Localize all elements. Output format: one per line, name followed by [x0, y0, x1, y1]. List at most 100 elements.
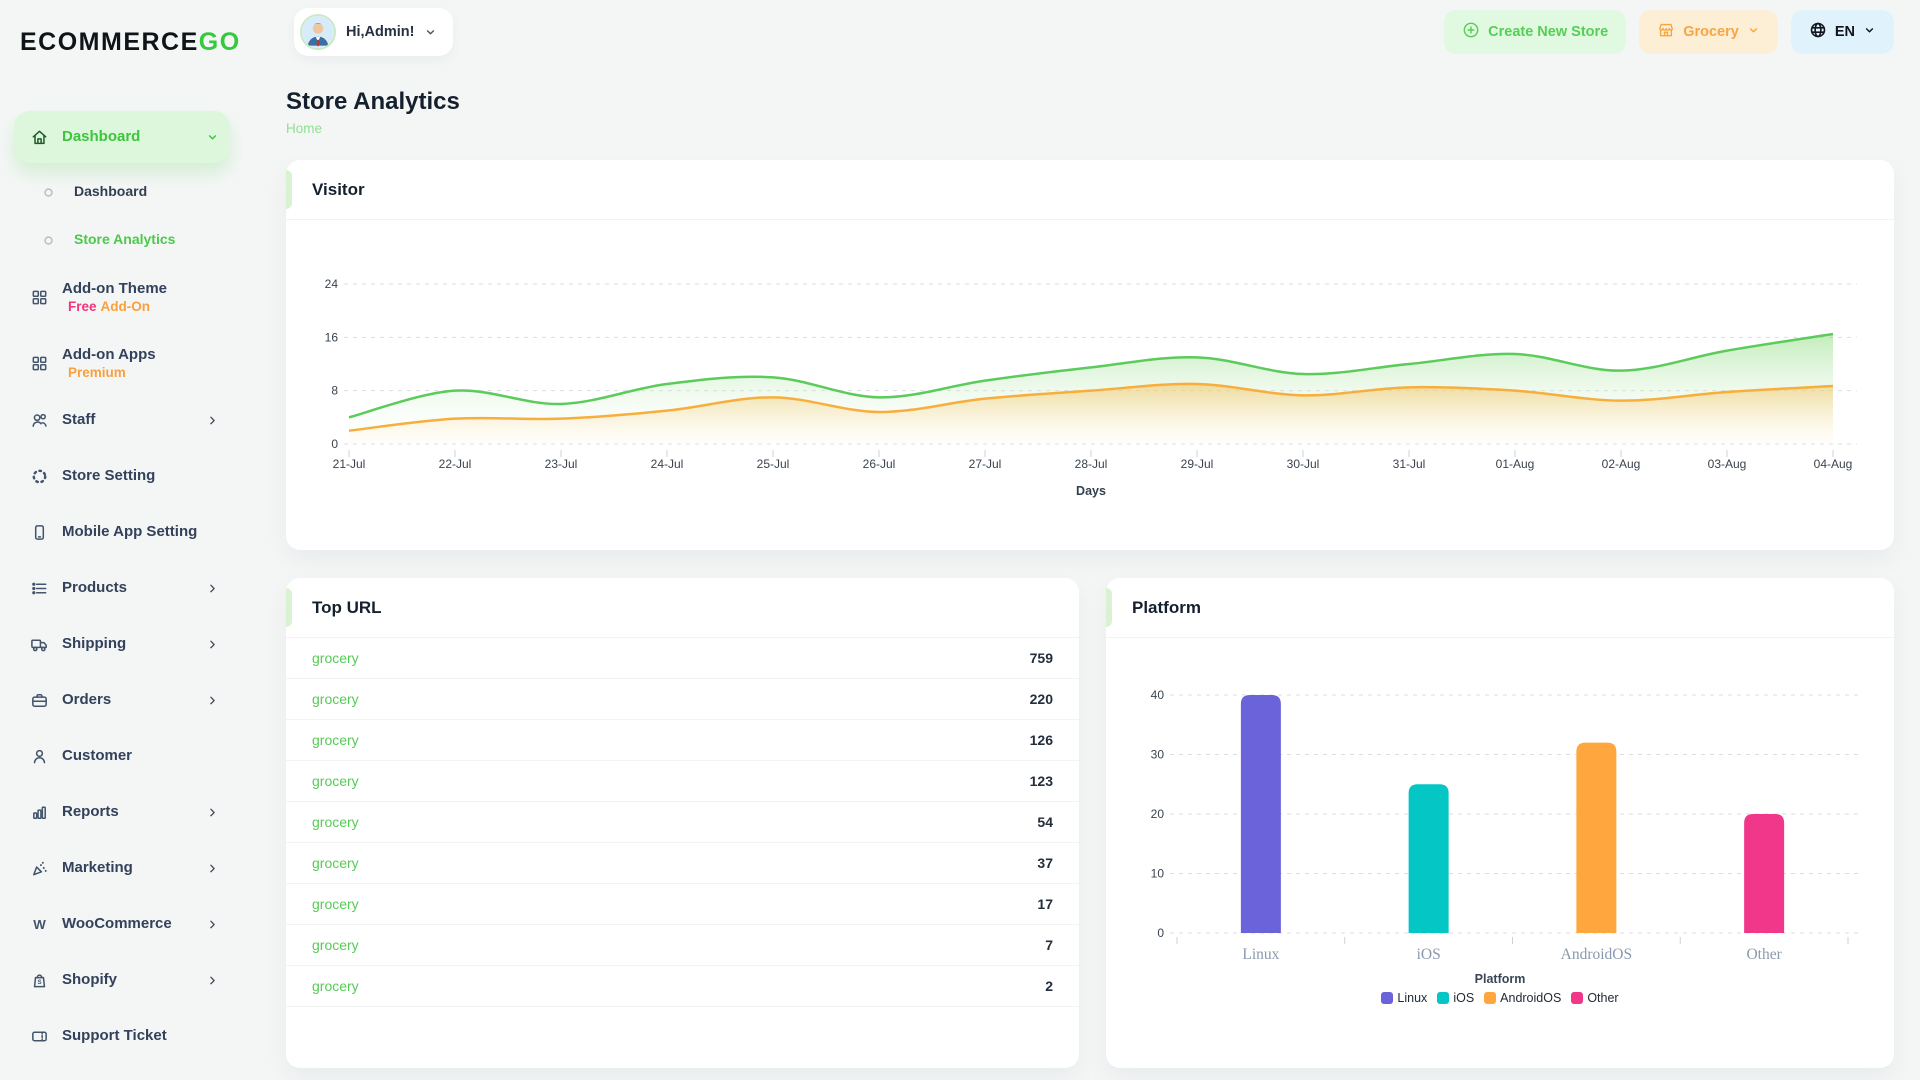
url-link[interactable]: grocery [312, 732, 359, 748]
sidebar-item-dashboard-sub[interactable]: Dashboard [14, 174, 230, 210]
table-row: grocery126 [286, 720, 1079, 761]
store-icon [1657, 21, 1675, 43]
sidebar-item-customer[interactable]: Customer [14, 738, 230, 774]
svg-text:01-Aug: 01-Aug [1496, 457, 1535, 471]
legend-item-linux[interactable]: Linux [1381, 991, 1427, 1005]
svg-text:Other: Other [1746, 946, 1782, 963]
svg-text:24-Jul: 24-Jul [651, 457, 684, 471]
sidebar-item-badge: Premium [62, 365, 220, 380]
chevron-right-icon [206, 414, 220, 427]
sidebar-item-label: Dashboard [62, 128, 140, 145]
svg-text:28-Jul: 28-Jul [1075, 457, 1108, 471]
sidebar-item-store-setting[interactable]: Store Setting [14, 458, 230, 494]
platform-card: Platform 010203040LinuxiOSAndroidOSOther… [1106, 578, 1894, 1068]
legend-swatch [1381, 992, 1393, 1004]
sidebar-item-dashboard[interactable]: Dashboard [14, 111, 230, 163]
chevron-right-icon [206, 806, 220, 819]
url-link[interactable]: grocery [312, 896, 359, 912]
bottom-row: Top URL grocery759grocery220grocery126gr… [286, 578, 1894, 1068]
url-link[interactable]: grocery [312, 814, 359, 830]
top-url-card: Top URL grocery759grocery220grocery126gr… [286, 578, 1079, 1068]
platform-card-header: Platform [1106, 578, 1894, 638]
svg-text:27-Jul: 27-Jul [969, 457, 1002, 471]
svg-text:W: W [33, 916, 46, 931]
chevron-right-icon [206, 638, 220, 651]
sidebar-item-label: Shipping [62, 635, 126, 652]
sidebar-item-mobile-app-setting[interactable]: Mobile App Setting [14, 514, 230, 550]
svg-text:8: 8 [331, 384, 338, 398]
store-selector-label: Grocery [1683, 24, 1739, 40]
breadcrumb-home[interactable]: Home [286, 121, 322, 136]
circle-icon [42, 186, 66, 199]
svg-text:25-Jul: 25-Jul [757, 457, 790, 471]
language-selector-button[interactable]: EN [1791, 10, 1894, 54]
sidebar-item-label: Staff [62, 411, 95, 428]
store-selector-button[interactable]: Grocery [1639, 10, 1778, 54]
svg-text:40: 40 [1151, 688, 1165, 702]
url-count: 37 [1037, 855, 1053, 871]
sidebar-item-staff[interactable]: Staff [14, 402, 230, 438]
svg-text:23-Jul: 23-Jul [545, 457, 578, 471]
shipping-icon [30, 635, 54, 654]
url-link[interactable]: grocery [312, 978, 359, 994]
avatar [300, 14, 336, 50]
chevron-down-icon [1747, 24, 1760, 41]
svg-text:Linux: Linux [1242, 946, 1279, 963]
svg-text:AndroidOS: AndroidOS [1561, 946, 1632, 963]
legend-label: Linux [1397, 991, 1427, 1005]
platform-chart-legend: PlatformLinuxiOSAndroidOSOther [1132, 970, 1868, 1005]
svg-text:29-Jul: 29-Jul [1181, 457, 1214, 471]
platform-chart-body: 010203040LinuxiOSAndroidOSOther Platform… [1106, 638, 1894, 1005]
sidebar-item-shopify[interactable]: SShopify [14, 962, 230, 998]
visitor-card: Visitor 08162421-Jul22-Jul23-Jul24-Jul25… [286, 160, 1894, 550]
sidebar-item-products[interactable]: Products [14, 570, 230, 606]
svg-text:26-Jul: 26-Jul [863, 457, 896, 471]
sidebar-item-addon-theme[interactable]: Add-on ThemeFreeAdd-On [14, 270, 230, 324]
reports-icon [30, 803, 54, 822]
customer-icon [30, 747, 54, 766]
globe-icon [1809, 21, 1827, 43]
user-menu-button[interactable]: Hi,Admin! [294, 8, 453, 56]
brand-logo[interactable]: ECOMMERCEGO [20, 28, 240, 57]
sidebar-item-woocommerce[interactable]: WWooCommerce [14, 906, 230, 942]
top-url-table: grocery759grocery220grocery126grocery123… [286, 638, 1079, 1007]
svg-text:02-Aug: 02-Aug [1602, 457, 1641, 471]
url-count: 220 [1030, 691, 1053, 707]
language-label: EN [1835, 24, 1855, 40]
url-count: 123 [1030, 773, 1053, 789]
svg-text:iOS: iOS [1417, 946, 1441, 963]
legend-item-androidos[interactable]: AndroidOS [1484, 991, 1561, 1005]
url-link[interactable]: grocery [312, 691, 359, 707]
chevron-down-icon [424, 26, 437, 39]
url-link[interactable]: grocery [312, 773, 359, 789]
table-row: grocery7 [286, 925, 1079, 966]
sidebar-item-reports[interactable]: Reports [14, 794, 230, 830]
table-row: grocery 220 [286, 679, 1079, 720]
sidebar-item-marketing[interactable]: Marketing [14, 850, 230, 886]
sidebar-item-addon-apps[interactable]: Add-on Apps Premium [14, 336, 230, 390]
mobile-icon [30, 523, 54, 542]
table-row: grocery2 [286, 966, 1079, 1007]
create-new-store-button[interactable]: Create New Store [1444, 10, 1626, 54]
create-new-store-label: Create New Store [1488, 24, 1608, 40]
url-count: 54 [1037, 814, 1053, 830]
url-link[interactable]: grocery [312, 650, 359, 666]
sidebar-item-support-ticket[interactable]: Support Ticket [14, 1018, 230, 1054]
url-link[interactable]: grocery [312, 937, 359, 953]
sidebar-item-label: Add-on Apps [62, 346, 156, 363]
sidebar-item-shipping[interactable]: Shipping [14, 626, 230, 662]
legend-item-other[interactable]: Other [1571, 991, 1618, 1005]
grid-icon [30, 354, 54, 373]
legend-item-ios[interactable]: iOS [1437, 991, 1474, 1005]
chevron-right-icon [206, 862, 220, 875]
sidebar-item-store-analytics[interactable]: Store Analytics [14, 222, 230, 258]
sidebar-item-orders[interactable]: Orders [14, 682, 230, 718]
table-row: grocery 123 [286, 761, 1079, 802]
table-row: grocery 37 [286, 843, 1079, 884]
orders-icon [30, 691, 54, 710]
url-link[interactable]: grocery [312, 855, 359, 871]
svg-text:24: 24 [325, 277, 339, 291]
svg-text:16: 16 [325, 330, 339, 344]
sidebar-item-label: Shopify [62, 971, 117, 988]
chevron-right-icon [206, 918, 220, 931]
